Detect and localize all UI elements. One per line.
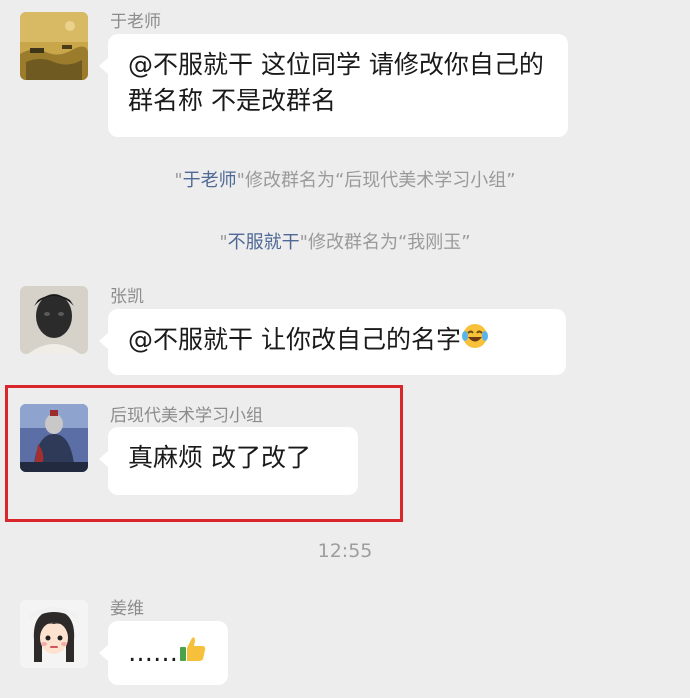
notice-user-name[interactable]: 于老师 [183, 170, 237, 191]
avatar[interactable] [20, 286, 88, 354]
message-bubble[interactable]: @不服就干 让你改自己的名字 [99, 309, 566, 375]
sender-name: 于老师 [110, 12, 161, 32]
message-text: …… [128, 638, 178, 667]
sender-name: 张凯 [110, 287, 144, 307]
message-text: @不服就干 让你改自己的名字 [128, 325, 461, 354]
system-notice: "不服就干"修改群名为“我刚玉” [219, 232, 471, 253]
landscape-painting-avatar-icon [20, 12, 88, 80]
system-notice: "于老师"修改群名为“后现代美术学习小组” [174, 170, 516, 191]
thumbs-up-emoji-icon [178, 634, 208, 674]
message-bubble[interactable]: @不服就干 这位同学 请修改你自己的群名称 不是改群名 [99, 34, 568, 137]
avatar[interactable] [20, 600, 88, 668]
highlight-box [5, 385, 403, 522]
face-mask-avatar-icon [20, 286, 88, 354]
sender-name: 姜维 [110, 599, 144, 619]
laughing-tears-emoji-icon [461, 322, 489, 360]
message-text: @不服就干 这位同学 请修改你自己的群名称 不是改群名 [128, 50, 544, 115]
cartoon-girl-avatar-icon [20, 600, 88, 668]
avatar[interactable] [20, 12, 88, 80]
timestamp: 12:55 [317, 540, 373, 562]
message-bubble[interactable]: …… [99, 621, 228, 685]
notice-user-name[interactable]: 不服就干 [228, 232, 300, 253]
